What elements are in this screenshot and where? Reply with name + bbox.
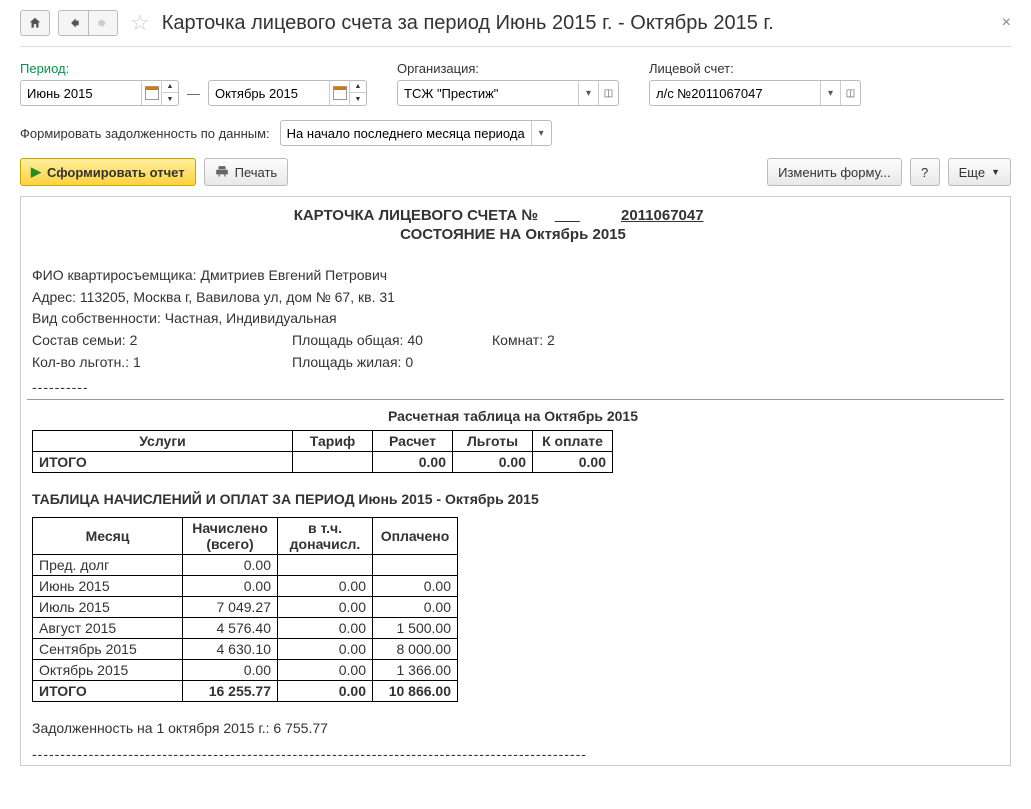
toolbar: ▶ Сформировать отчет Печать Изменить фор…	[20, 158, 1011, 194]
top-bar: ☆ Карточка лицевого счета за период Июнь…	[20, 10, 1011, 47]
close-button[interactable]: ×	[1002, 14, 1011, 32]
period-label: Период:	[20, 61, 367, 76]
play-icon: ▶	[31, 164, 41, 180]
help-button[interactable]: ?	[910, 158, 940, 186]
debt-basis-label: Формировать задолженность по данным:	[20, 126, 270, 141]
spin-up-icon[interactable]: ▲	[350, 80, 366, 93]
calc-table-title: Расчетная таблица на Октябрь 2015	[32, 408, 994, 424]
open-button[interactable]: ◫	[840, 81, 860, 105]
spin-down-icon[interactable]: ▼	[162, 93, 178, 106]
calendar-icon	[145, 86, 159, 100]
period-from-field[interactable]: ▲▼	[20, 80, 179, 106]
debt-basis-input[interactable]	[281, 121, 531, 145]
nav-group	[58, 10, 118, 36]
period-dash: —	[187, 86, 200, 101]
account-input[interactable]	[650, 81, 820, 105]
table-row: Октябрь 20150.000.001 366.00	[33, 660, 458, 681]
forward-button[interactable]	[88, 10, 118, 36]
period-from-input[interactable]	[21, 81, 141, 105]
table-row: Июль 20157 049.270.000.00	[33, 597, 458, 618]
dashes: ----------	[32, 379, 994, 395]
spin-down-icon[interactable]: ▼	[350, 93, 366, 106]
report-area[interactable]: КАРТОЧКА ЛИЦЕВОГО СЧЕТА № 2011067047 СОС…	[20, 196, 1011, 766]
calendar-button[interactable]	[141, 81, 161, 105]
period-group: ▲▼ — ▲▼	[20, 80, 367, 106]
report-account-no: 2011067047	[592, 207, 732, 224]
divider	[27, 399, 1004, 400]
filters-row: Период: ▲▼ — ▲▼ Организация: ▾ ◫ Лицевой…	[20, 61, 1011, 106]
spinner-from[interactable]: ▲▼	[161, 80, 178, 106]
toolbar-right: Изменить форму... ? Еще▼	[767, 158, 1011, 186]
open-button[interactable]: ◫	[598, 81, 618, 105]
account-field[interactable]: ▾ ◫	[649, 80, 861, 106]
print-label: Печать	[235, 165, 278, 180]
charges-table: Месяц Начислено (всего) в т.ч. доначисл.…	[32, 517, 458, 702]
report-content: КАРТОЧКА ЛИЦЕВОГО СЧЕТА № 2011067047 СОС…	[26, 207, 1000, 766]
dropdown-button[interactable]: ▾	[820, 81, 840, 105]
calendar-icon	[333, 86, 347, 100]
org-input[interactable]	[398, 81, 578, 105]
table-row: Июнь 20150.000.000.00	[33, 576, 458, 597]
report-title: КАРТОЧКА ЛИЦЕВОГО СЧЕТА № 2011067047	[32, 207, 994, 224]
table-row: Сентябрь 20154 630.100.008 000.00	[33, 639, 458, 660]
print-button[interactable]: Печать	[204, 158, 289, 186]
arrow-right-icon	[96, 16, 110, 30]
report-state: СОСТОЯНИЕ НА Октябрь 2015	[32, 226, 994, 243]
home-icon	[28, 16, 42, 30]
account-filter: Лицевой счет: ▾ ◫	[649, 61, 861, 106]
dashes-long: ----------------------------------------…	[32, 746, 994, 762]
spin-up-icon[interactable]: ▲	[162, 80, 178, 93]
generate-report-button[interactable]: ▶ Сформировать отчет	[20, 158, 196, 186]
org-field[interactable]: ▾ ◫	[397, 80, 619, 106]
more-button[interactable]: Еще▼	[948, 158, 1011, 186]
back-button[interactable]	[58, 10, 88, 36]
dropdown-button[interactable]: ▾	[578, 81, 598, 105]
debt-line: Задолженность на 1 октября 2015 г.: 6 75…	[32, 720, 994, 736]
chevron-down-icon: ▼	[991, 167, 1000, 177]
table-row: Пред. долг0.00	[33, 555, 458, 576]
generate-label: Сформировать отчет	[47, 165, 185, 180]
home-button[interactable]	[20, 10, 50, 36]
period-to-field[interactable]: ▲▼	[208, 80, 367, 106]
dropdown-button[interactable]: ▾	[531, 121, 551, 145]
debt-basis-field[interactable]: ▾	[280, 120, 552, 146]
change-form-button[interactable]: Изменить форму...	[767, 158, 902, 186]
printer-icon	[215, 165, 229, 179]
table-row: Август 20154 576.400.001 500.00	[33, 618, 458, 639]
debt-basis-row: Формировать задолженность по данным: ▾	[20, 120, 1011, 146]
account-label: Лицевой счет:	[649, 61, 861, 76]
period-filter: Период: ▲▼ — ▲▼	[20, 61, 367, 106]
calendar-button[interactable]	[329, 81, 349, 105]
calc-table: Услуги Тариф Расчет Льготы К оплате ИТОГ…	[32, 430, 613, 473]
charges-title: ТАБЛИЦА НАЧИСЛЕНИЙ И ОПЛАТ ЗА ПЕРИОД Июн…	[32, 491, 994, 507]
favorite-star-icon[interactable]: ☆	[130, 10, 150, 36]
org-filter: Организация: ▾ ◫	[397, 61, 619, 106]
spinner-to[interactable]: ▲▼	[349, 80, 366, 106]
report-info: ФИО квартиросъемщика: Дмитриев Евгений П…	[32, 265, 994, 373]
page-title: Карточка лицевого счета за период Июнь 2…	[162, 12, 774, 35]
arrow-left-icon	[67, 16, 81, 30]
period-to-input[interactable]	[209, 81, 329, 105]
org-label: Организация:	[397, 61, 619, 76]
